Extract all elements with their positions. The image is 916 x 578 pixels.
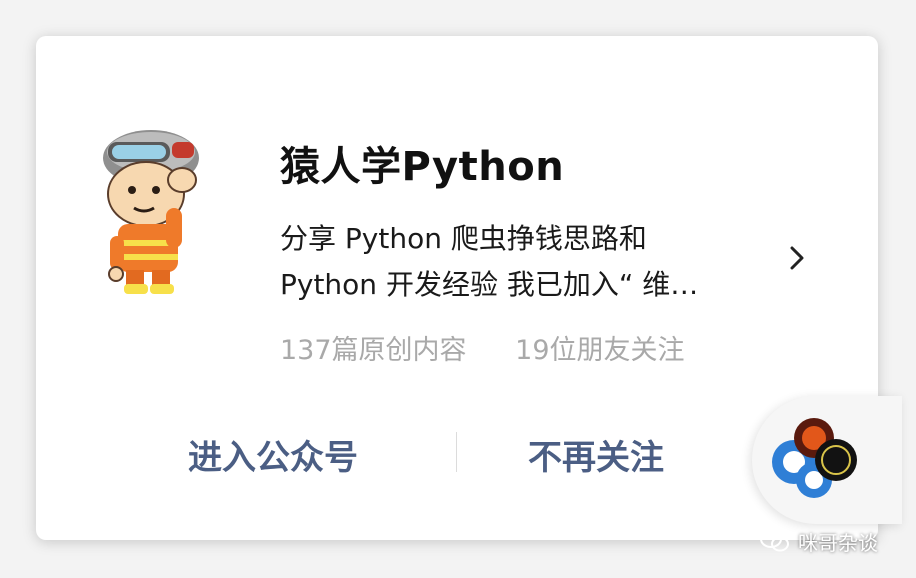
unfollow-button[interactable]: 不再关注 <box>528 430 664 479</box>
floating-audio-widget[interactable] <box>752 396 902 524</box>
watermark-text: 咪哥杂谈 <box>798 530 878 555</box>
account-stats: 137篇原创内容 19位朋友关注 <box>280 328 725 367</box>
account-avatar[interactable] <box>96 128 206 298</box>
description-line-2: Python 开发经验 我已加入“ 维… <box>280 268 699 301</box>
wechat-icon <box>760 530 789 552</box>
account-description: 分享 Python 爬虫挣钱思路和 Python 开发经验 我已加入“ 维… <box>280 216 760 308</box>
action-divider <box>456 432 457 472</box>
firefighter-avatar-icon <box>103 130 199 294</box>
followers-count: 19位朋友关注 <box>515 335 685 366</box>
enter-account-button[interactable]: 进入公众号 <box>188 430 358 479</box>
articles-count: 137篇原创内容 <box>280 335 467 366</box>
floating-audio-widget-icon <box>772 418 857 498</box>
account-name[interactable]: 猿人学Python <box>280 134 564 192</box>
action-bar: 进入公众号 不再关注 <box>96 422 756 482</box>
chevron-right-icon[interactable] <box>786 242 810 274</box>
description-line-1: 分享 Python 爬虫挣钱思路和 <box>280 222 647 255</box>
watermark: 咪哥杂谈 <box>760 526 878 556</box>
